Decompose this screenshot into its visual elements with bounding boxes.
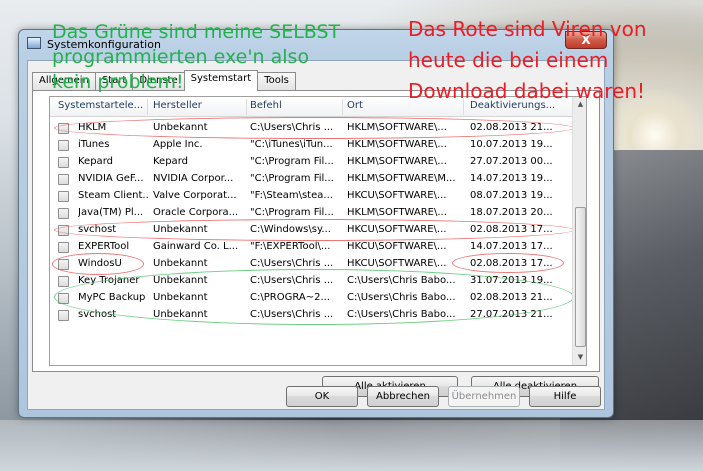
dialog-client-area: Allgemein Start Dienste Systemstart Tool… — [27, 60, 605, 410]
item-command: C:\Users\Chris ... — [250, 258, 334, 269]
red-annotation-line: Download dabei waren! — [408, 79, 646, 103]
item-location: HKLM\SOFTWARE\M... — [347, 173, 456, 184]
item-date: 14.07.2013 19... — [470, 173, 553, 184]
table-row[interactable]: Kepard Kepard "C:\Program Fil... HKLM\SO… — [50, 154, 572, 171]
enable-checkbox[interactable] — [58, 242, 69, 253]
item-location: HKCU\SOFTWARE\... — [347, 258, 447, 269]
column-header-command[interactable]: Befehl — [250, 100, 340, 111]
item-command: "C:\Program Fil... — [250, 173, 334, 184]
wallpaper-ground — [0, 420, 703, 471]
item-vendor: Oracle Corpora... — [153, 207, 239, 218]
table-row[interactable]: NVIDIA GeF... NVIDIA Corpor... "C:\Progr… — [50, 171, 572, 188]
item-name: EXPERTool — [78, 241, 130, 252]
cancel-button[interactable]: Abbrechen — [367, 386, 439, 407]
item-location: HKCU\SOFTWARE\... — [347, 241, 447, 252]
item-command: "F:\Steam\stea... — [250, 190, 333, 201]
item-command: "F:\EXPERTool\... — [250, 241, 331, 252]
red-highlight-circle — [54, 117, 574, 139]
column-separator[interactable] — [147, 99, 148, 115]
enable-checkbox[interactable] — [58, 174, 69, 185]
list-scrollbar[interactable]: ▲ ▼ — [572, 97, 586, 365]
item-vendor: Unbekannt — [153, 258, 208, 269]
item-vendor: NVIDIA Corpor... — [153, 173, 234, 184]
item-name: Kepard — [78, 156, 113, 167]
item-location: HKCU\SOFTWARE\... — [347, 190, 447, 201]
item-date: 10.07.2013 19... — [470, 139, 553, 150]
column-header-item[interactable]: Systemstartele... — [58, 100, 143, 111]
scroll-down-arrow-icon[interactable]: ▼ — [573, 350, 586, 365]
item-date: 08.07.2013 19... — [470, 190, 553, 201]
red-highlight-circle — [452, 253, 564, 273]
table-row[interactable]: iTunes Apple Inc. "C:\iTunes\iTun... HKL… — [50, 137, 572, 154]
item-date: 27.07.2013 00... — [470, 156, 553, 167]
red-highlight-circle — [54, 219, 574, 241]
item-date: 14.07.2013 17... — [470, 241, 553, 252]
item-name: iTunes — [78, 139, 110, 150]
item-date: 18.07.2013 20... — [470, 207, 553, 218]
item-command: "C:\Program Fil... — [250, 207, 334, 218]
item-vendor: Gainward Co. L... — [153, 241, 239, 252]
red-highlight-circle — [52, 253, 144, 275]
enable-checkbox[interactable] — [58, 208, 69, 219]
enable-checkbox[interactable] — [58, 157, 69, 168]
startup-items-list: Systemstartele... Hersteller Befehl Ort … — [49, 96, 587, 366]
scroll-thumb[interactable] — [575, 207, 586, 347]
ok-button[interactable]: OK — [286, 386, 358, 407]
enable-checkbox[interactable] — [58, 140, 69, 151]
red-annotation-line: Das Rote sind Viren von — [408, 17, 647, 41]
item-location: HKLM\SOFTWARE\... — [347, 139, 447, 150]
item-command: "C:\Program Fil... — [250, 156, 334, 167]
red-annotation-line: heute die bei einem — [408, 48, 609, 72]
item-vendor: Valve Corporat... — [153, 190, 237, 201]
tab-systemstart[interactable]: Systemstart — [183, 70, 259, 91]
column-separator[interactable] — [246, 99, 247, 115]
red-annotation: Das Rote sind Viren von heute die bei ei… — [408, 14, 647, 107]
item-name: NVIDIA GeF... — [78, 173, 144, 184]
column-header-vendor[interactable]: Hersteller — [153, 100, 243, 111]
item-name: Steam Client... — [78, 190, 148, 201]
table-row[interactable]: Steam Client... Valve Corporat... "F:\St… — [50, 188, 572, 205]
item-location: HKLM\SOFTWARE\... — [347, 156, 447, 167]
green-annotation-line: programmierten exe'n also — [52, 46, 310, 68]
green-annotation-line: Das Grüne sind meine SELBST — [52, 21, 341, 43]
column-separator[interactable] — [342, 99, 343, 115]
item-name: Java(TM) Pl... — [78, 207, 144, 218]
item-vendor: Kepard — [153, 156, 188, 167]
msconfig-icon — [27, 37, 41, 49]
item-vendor: Apple Inc. — [153, 139, 203, 150]
item-location: HKLM\SOFTWARE\... — [347, 207, 447, 218]
green-highlight-circle — [54, 269, 574, 325]
enable-checkbox[interactable] — [58, 276, 69, 287]
enable-checkbox[interactable] — [58, 310, 69, 321]
enable-checkbox[interactable] — [58, 191, 69, 202]
apply-button[interactable]: Übernehmen — [448, 386, 520, 407]
item-command: "C:\iTunes\iTun... — [250, 139, 333, 150]
systemstart-panel: Systemstartele... Hersteller Befehl Ort … — [32, 90, 600, 397]
help-button[interactable]: Hilfe — [529, 386, 601, 407]
